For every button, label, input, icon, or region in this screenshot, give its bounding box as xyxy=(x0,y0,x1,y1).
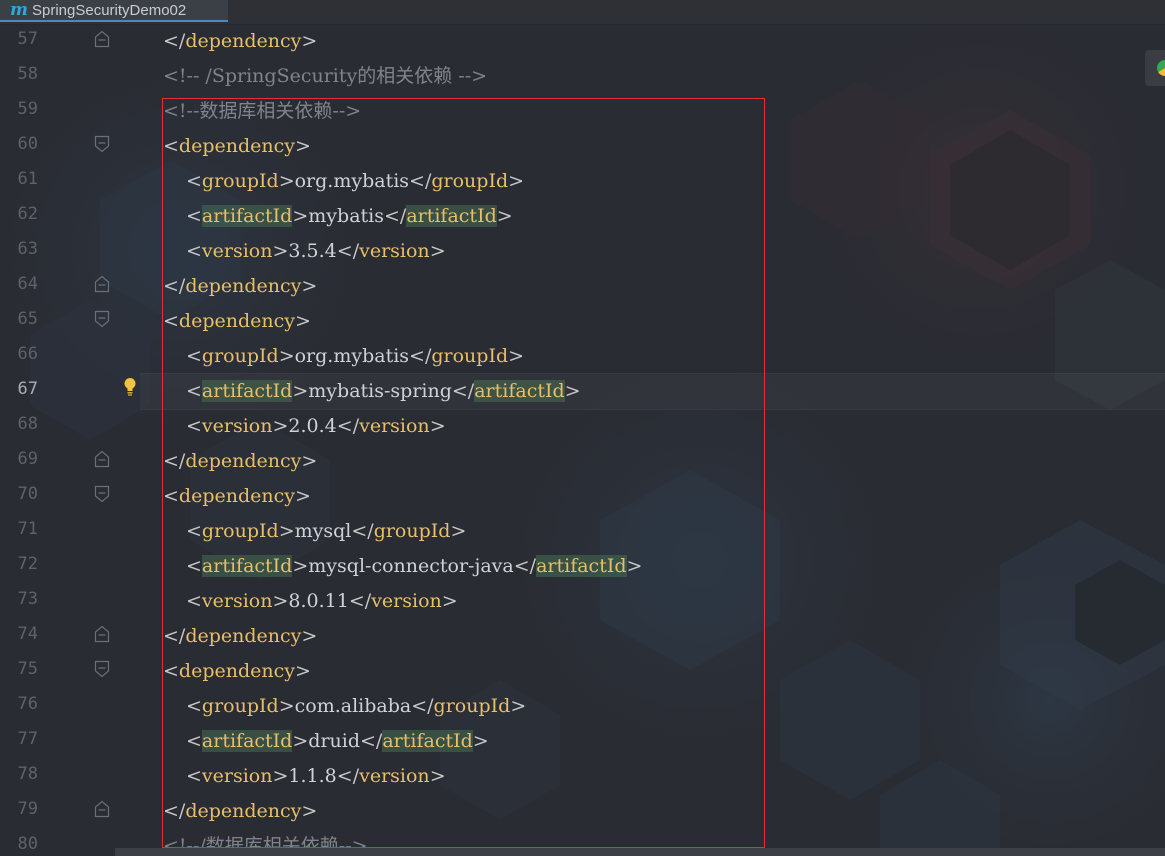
line-number[interactable]: 59 xyxy=(0,92,38,127)
tab-springsecuritydemo02[interactable]: m SpringSecurityDemo02 xyxy=(0,0,228,22)
fold-end-icon[interactable] xyxy=(94,625,110,643)
code-line[interactable]: <!-- /SpringSecurity的相关依赖 --> xyxy=(163,59,487,94)
code-line[interactable]: </dependency> xyxy=(163,24,317,59)
line-number[interactable]: 73 xyxy=(0,582,38,617)
line-number[interactable]: 71 xyxy=(0,512,38,547)
xml-tag-name: dependency xyxy=(185,30,302,52)
selection-annotation-box xyxy=(162,98,765,848)
editor-tab-bar: m SpringSecurityDemo02 xyxy=(0,0,1165,25)
line-number[interactable]: 78 xyxy=(0,757,38,792)
line-number[interactable]: 58 xyxy=(0,57,38,92)
line-number[interactable]: 77 xyxy=(0,722,38,757)
line-number[interactable]: 76 xyxy=(0,687,38,722)
line-number[interactable]: 72 xyxy=(0,547,38,582)
line-number[interactable]: 74 xyxy=(0,617,38,652)
line-number[interactable]: 61 xyxy=(0,162,38,197)
line-number[interactable]: 68 xyxy=(0,407,38,442)
line-number[interactable]: 69 xyxy=(0,442,38,477)
line-number[interactable]: 66 xyxy=(0,337,38,372)
fold-end-icon[interactable] xyxy=(94,800,110,818)
line-number[interactable]: 60 xyxy=(0,127,38,162)
line-number[interactable]: 64 xyxy=(0,267,38,302)
line-number[interactable]: 80 xyxy=(0,827,38,856)
fold-collapse-icon[interactable] xyxy=(94,485,110,503)
line-number[interactable]: 65 xyxy=(0,302,38,337)
fold-collapse-icon[interactable] xyxy=(94,310,110,328)
line-number[interactable]: 67 xyxy=(0,372,38,407)
fold-collapse-icon[interactable] xyxy=(94,135,110,153)
intention-lightbulb-icon[interactable] xyxy=(123,377,137,397)
line-number[interactable]: 57 xyxy=(0,22,38,57)
fold-end-icon[interactable] xyxy=(94,275,110,293)
editor-gutter[interactable]: 57 58 59 60 61 62 63 64 65 66 67 68 69 70 71 72 73 74 75 76… xyxy=(0,24,140,856)
line-number[interactable]: 63 xyxy=(0,232,38,267)
xml-bracket: </ xyxy=(163,30,186,52)
xml-comment: <!-- /SpringSecurity的相关依赖 --> xyxy=(163,65,488,87)
xml-bracket: > xyxy=(301,30,318,52)
horizontal-scrollbar[interactable] xyxy=(115,848,1165,856)
tab-label: SpringSecurityDemo02 xyxy=(32,1,187,19)
fold-end-icon[interactable] xyxy=(94,30,110,48)
maven-module-icon: m xyxy=(10,0,28,20)
ide-window: m SpringSecurityDemo02 57 58 59 60 61 62 63 64 6… xyxy=(0,0,1165,856)
line-number[interactable]: 75 xyxy=(0,652,38,687)
line-number[interactable]: 62 xyxy=(0,197,38,232)
fold-end-icon[interactable] xyxy=(94,450,110,468)
line-number[interactable]: 79 xyxy=(0,792,38,827)
fold-collapse-icon[interactable] xyxy=(94,660,110,678)
line-number[interactable]: 70 xyxy=(0,477,38,512)
